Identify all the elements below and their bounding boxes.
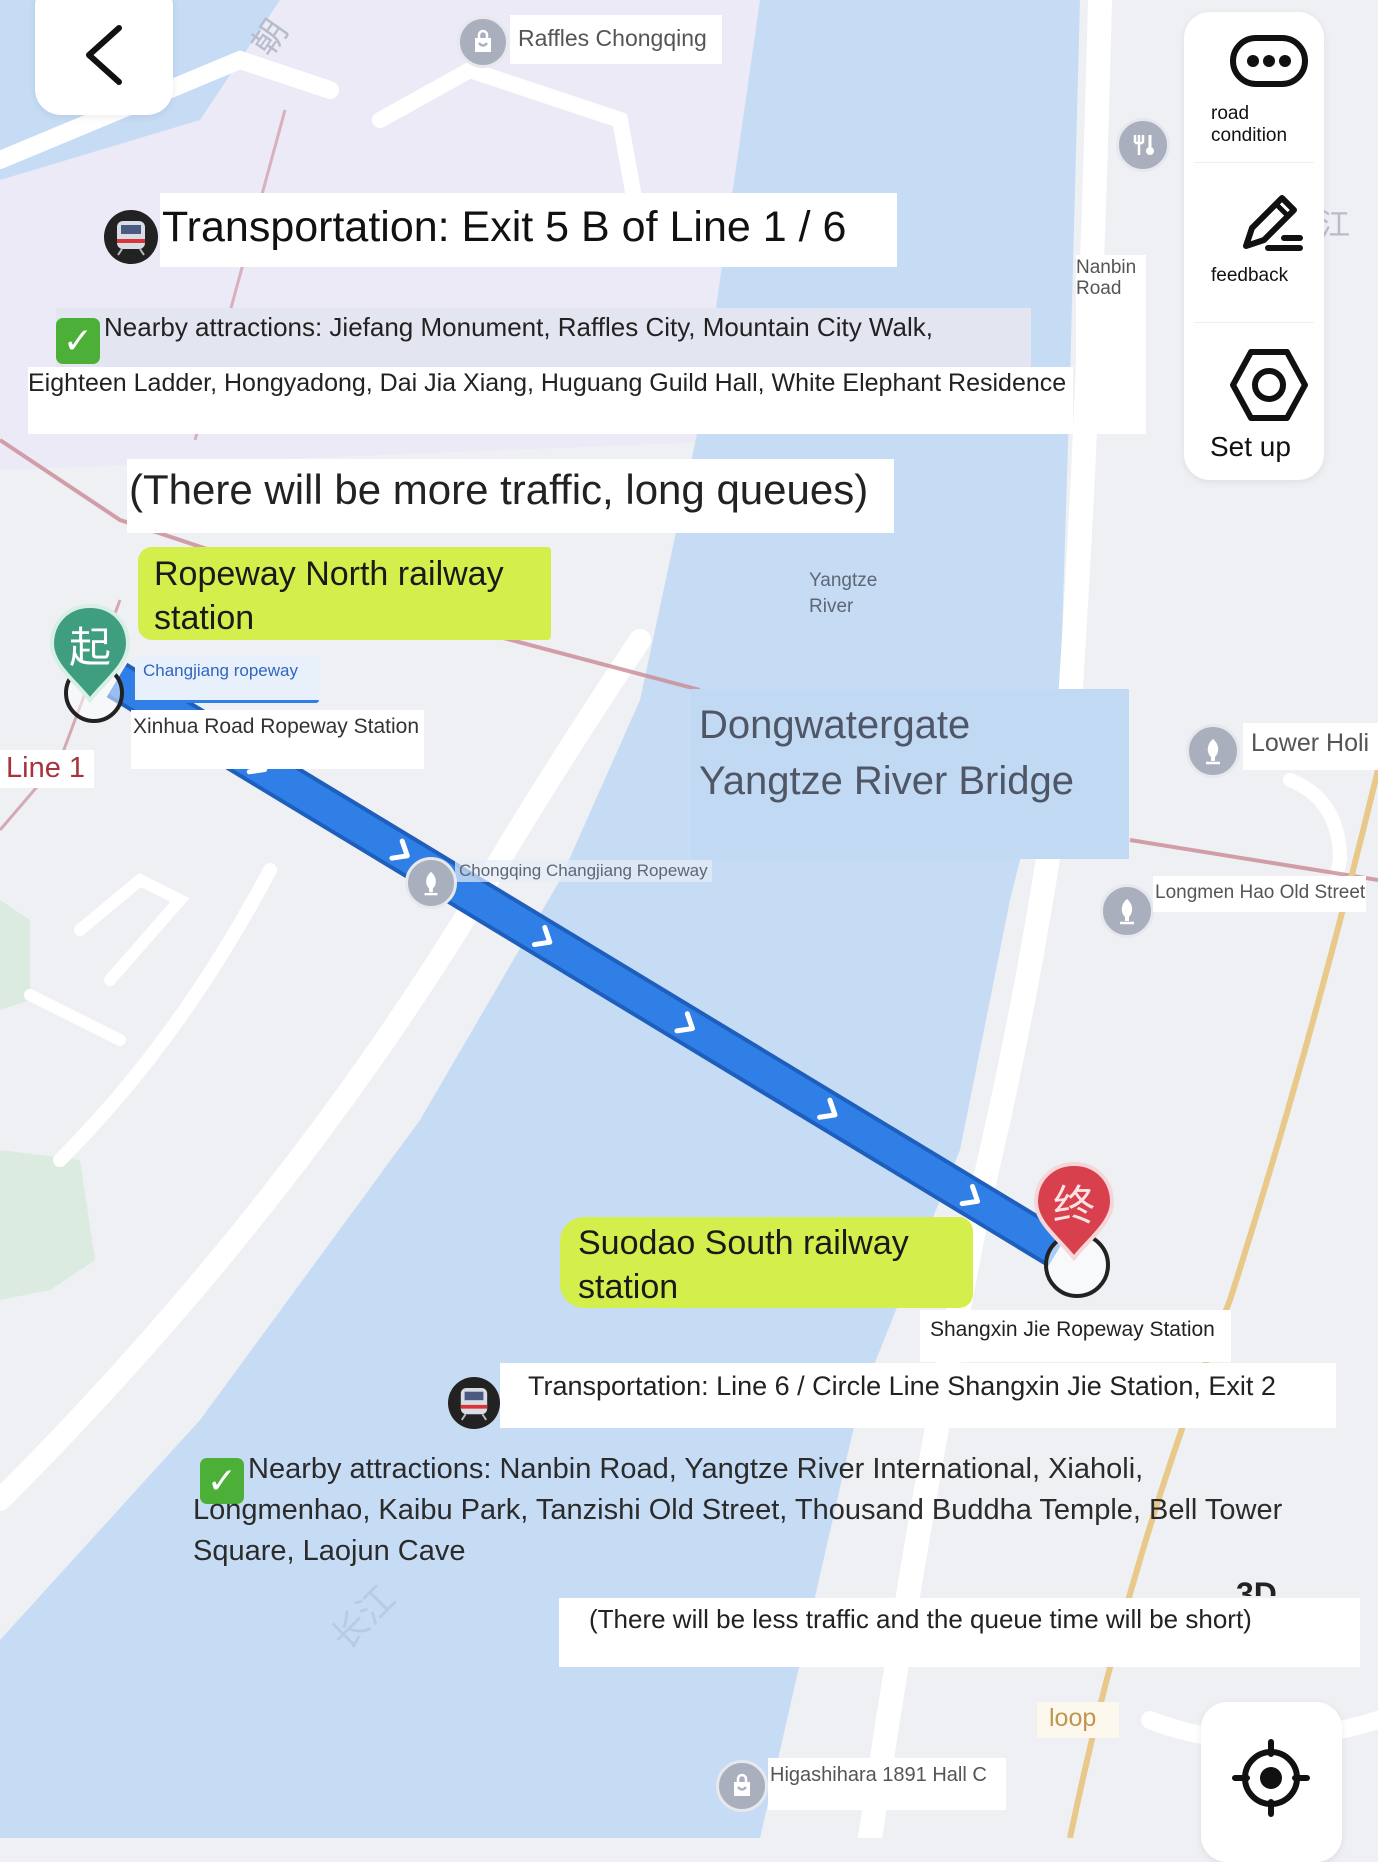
chevron-left-icon	[86, 25, 122, 85]
yangtze-line1: Yangtze	[809, 570, 878, 591]
hex-nut-icon	[1230, 349, 1308, 421]
south-attractions-line2: Longmenhao, Kaibu Park, Tanzishi Old Str…	[193, 1494, 1283, 1526]
poi-label-lower-holi[interactable]: Lower Holi	[1243, 723, 1378, 770]
road-condition-label-line2: condition	[1211, 125, 1288, 146]
feedback-label: feedback	[1211, 265, 1289, 286]
map-3d-toggle-partial[interactable]: 3D	[1236, 1568, 1277, 1596]
south-traffic-note: (There will be less traffic and the queu…	[559, 1598, 1360, 1667]
scenic-poi-icon[interactable]	[1100, 884, 1154, 938]
south-attractions-line3: Square, Laojun Cave	[193, 1535, 466, 1567]
poi-label-chongqing-ropeway[interactable]: Chongqing Changjiang Ropeway	[455, 860, 712, 882]
scenic-poi-icon[interactable]	[405, 857, 457, 909]
back-button[interactable]	[35, 0, 173, 115]
restaurant-poi-icon[interactable]	[1116, 118, 1170, 172]
map-text-jiang: 江	[1320, 208, 1350, 243]
ropeway-tag-label: Changjiang ropeway	[143, 661, 298, 680]
bridge-label-line2: Yangtze River Bridge	[699, 759, 1074, 803]
metro-train-icon	[448, 1377, 500, 1429]
north-station-line2: station	[154, 599, 255, 637]
south-transportation-label: Transportation: Line 6 / Circle Line Sha…	[500, 1363, 1336, 1428]
poi-label-raffles[interactable]: Raffles Chongqing	[510, 15, 722, 64]
setup-label: Set up	[1210, 431, 1291, 462]
north-attractions-line2: Eighteen Ladder, Hongyadong, Dai Jia Xia…	[28, 367, 1073, 434]
pencil-icon	[1243, 195, 1303, 251]
north-traffic-note: (There will be more traffic, long queues…	[127, 459, 894, 533]
south-attractions-line1: Nearby attractions: Nanbin Road, Yangtze…	[248, 1453, 1144, 1485]
map-tools-panel: road condition feedback Set up	[1184, 12, 1324, 480]
station-label-xinhua[interactable]: Xinhua Road Ropeway Station	[131, 710, 424, 769]
scenic-poi-icon[interactable]	[1186, 724, 1240, 778]
panel-divider	[1194, 162, 1314, 163]
metro-train-icon	[104, 210, 158, 264]
road-condition-label-line1: road	[1211, 103, 1250, 124]
road-condition-label: road condition	[1184, 103, 1324, 147]
shopping-poi-icon[interactable]	[716, 1760, 768, 1812]
river-label-yangtze: Yangtze River	[809, 568, 877, 620]
poi-label-nanbin-road[interactable]: Nanbin Road	[1076, 255, 1146, 434]
south-station-highlight: Suodao South railway station	[560, 1217, 973, 1308]
feedback-button[interactable]: feedback	[1184, 190, 1324, 320]
nanbin-line1: Nanbin	[1076, 257, 1137, 278]
end-pin-glyph: 终	[1052, 1181, 1095, 1230]
poi-label-longmen-hao[interactable]: Longmen Hao Old Street	[1153, 876, 1366, 912]
yangtze-line2: River	[809, 596, 854, 617]
north-station-highlight: Ropeway North railway station	[138, 547, 551, 640]
ropeway-tag-changjiang[interactable]: Changjiang ropeway	[135, 656, 319, 703]
bridge-label[interactable]: Dongwatergate Yangtze River Bridge	[691, 689, 1129, 859]
check-mark-icon: ✓	[56, 318, 100, 364]
station-label-shangxin-jie[interactable]: Shangxin Jie Ropeway Station	[920, 1310, 1231, 1362]
south-station-line2: station	[578, 1268, 679, 1306]
panel-divider	[1194, 322, 1314, 323]
south-attractions: Nearby attractions: Nanbin Road, Yangtze…	[193, 1449, 1373, 1572]
locate-button[interactable]	[1201, 1702, 1342, 1862]
north-transportation-label: Transportation: Exit 5 B of Line 1 / 6	[160, 193, 897, 267]
south-station-line1: Suodao South railway	[578, 1224, 909, 1262]
road-condition-button[interactable]: road condition	[1184, 34, 1324, 162]
end-pin[interactable]: 终	[1032, 1160, 1116, 1262]
north-station-line1: Ropeway North railway	[154, 555, 504, 593]
ellipsis-icon	[1230, 35, 1308, 87]
bridge-label-line1: Dongwatergate	[699, 703, 971, 747]
north-attractions-line1: Nearby attractions: Jiefang Monument, Ra…	[104, 312, 933, 342]
metro-line-label-line1[interactable]: Line 1	[0, 750, 94, 788]
nanbin-line2: Road	[1076, 278, 1122, 299]
setup-button[interactable]: Set up	[1184, 348, 1324, 478]
shopping-poi-icon[interactable]	[457, 16, 509, 68]
poi-label-higashihara[interactable]: Higashihara 1891 Hall C	[768, 1758, 1006, 1810]
start-pin[interactable]: 起	[48, 602, 132, 704]
start-pin-glyph: 起	[68, 623, 111, 672]
locate-crosshair-icon	[1232, 1739, 1310, 1817]
road-label-loop[interactable]: loop	[1037, 1702, 1119, 1738]
